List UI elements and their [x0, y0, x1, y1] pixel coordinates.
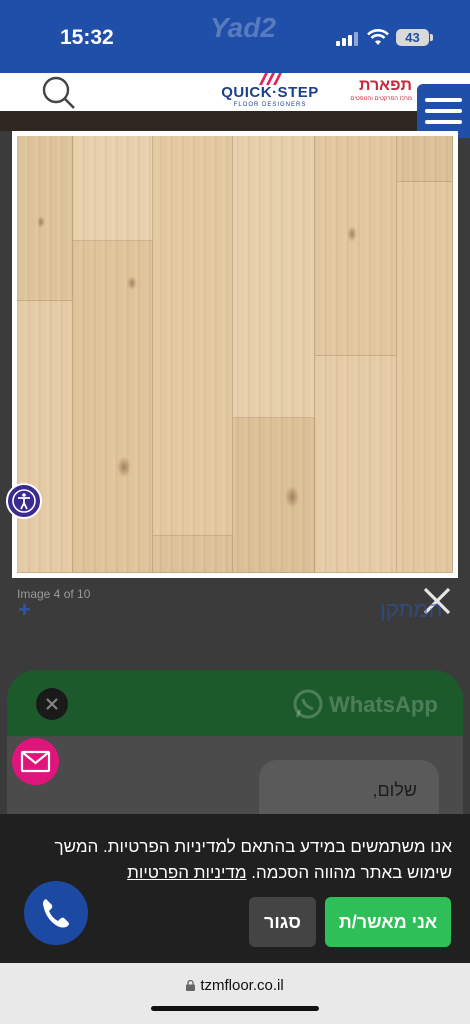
wood-floor-image	[17, 136, 453, 573]
battery-icon: 43	[396, 29, 433, 46]
app-watermark: Yad2	[210, 12, 276, 43]
privacy-policy-link[interactable]: מדיניות הפרטיות	[127, 863, 246, 882]
browser-url-bar[interactable]: tzmfloor.co.il	[0, 963, 470, 1024]
accessibility-button[interactable]	[6, 483, 42, 519]
accessibility-icon	[12, 489, 36, 513]
status-bar: 15:32 Yad2 43	[0, 0, 470, 73]
cookie-message: אנו משתמשים במידע בהתאם למדיניות הפרטיות…	[54, 837, 453, 882]
call-button[interactable]	[24, 881, 88, 945]
status-time: 15:32	[60, 26, 114, 49]
tiferet-tagline: מרכז הפרקטים והטפטים	[350, 96, 412, 102]
url-text: tzmfloor.co.il	[200, 977, 284, 994]
whatsapp-icon	[293, 689, 323, 719]
tiferet-name: תפארת	[358, 77, 412, 94]
cellular-signal-icon	[336, 32, 360, 46]
page-heading: המתקן	[380, 597, 443, 622]
lock-icon	[186, 980, 196, 991]
wifi-icon	[367, 29, 389, 45]
phone-icon	[43, 899, 69, 928]
tiferet-logo[interactable]: תפארת מרכז הפרקטים והטפטים	[336, 77, 412, 109]
site-header: QUICK·STEP FLOOR DESIGNERS תפארת מרכז הפ…	[0, 73, 470, 111]
close-cookies-button[interactable]: סגור	[249, 897, 316, 947]
quickstep-logo[interactable]: QUICK·STEP FLOOR DESIGNERS	[218, 73, 322, 111]
home-indicator[interactable]	[151, 1006, 319, 1011]
accept-cookies-button[interactable]: אני מאשר/ת	[325, 897, 451, 947]
expand-plus-icon[interactable]: +	[18, 597, 31, 623]
hamburger-menu-button[interactable]	[417, 84, 470, 138]
quickstep-name: QUICK·STEP	[221, 84, 319, 101]
mail-icon	[20, 750, 51, 773]
page-banner-strip	[0, 111, 470, 131]
close-icon	[46, 698, 58, 710]
search-icon[interactable]	[40, 75, 78, 111]
whatsapp-close-button[interactable]	[36, 688, 68, 720]
email-button[interactable]	[12, 738, 59, 785]
cookie-text: אנו משתמשים במידע בהתאם למדיניות הפרטיות…	[32, 834, 453, 886]
whatsapp-greeting: שלום,	[372, 780, 417, 800]
quickstep-tagline: FLOOR DESIGNERS	[233, 102, 307, 108]
whatsapp-title: WhatsApp	[329, 692, 438, 717]
whatsapp-header: WhatsApp	[7, 670, 463, 736]
